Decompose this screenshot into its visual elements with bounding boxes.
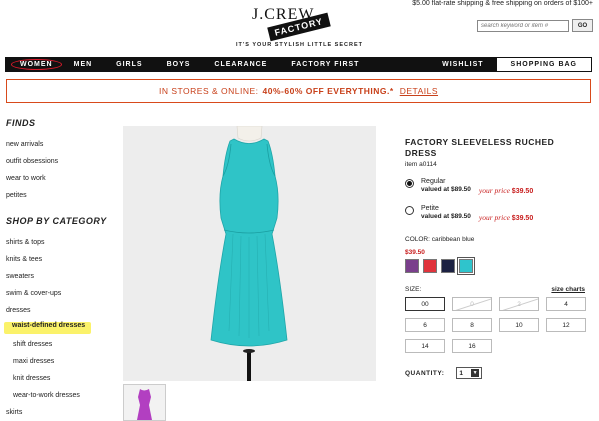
chevron-down-icon: ▼ bbox=[471, 369, 480, 377]
shipping-banner: $5.00 flat-rate shipping & free shipping… bbox=[412, 0, 593, 7]
product-thumbnail[interactable] bbox=[123, 384, 166, 421]
option-regular[interactable]: Regular valued at $89.50 your price $39.… bbox=[405, 178, 585, 195]
size-2[interactable]: 2 bbox=[499, 297, 539, 311]
nav-factory-first[interactable]: FACTORY FIRST bbox=[279, 61, 371, 68]
sidebar-item-wear-to-work[interactable]: wear to work bbox=[6, 170, 116, 187]
quantity-value: 1 bbox=[459, 369, 464, 377]
dress-image bbox=[210, 125, 288, 381]
swatch-caribbean-blue[interactable] bbox=[457, 257, 475, 275]
nav-girls[interactable]: GIRLS bbox=[104, 61, 154, 68]
finds-heading: FINDS bbox=[6, 118, 36, 128]
size-label: SIZE: bbox=[405, 286, 422, 293]
petite-valued-price: valued at $89.50 bbox=[421, 213, 471, 220]
product-item-number: item a0114 bbox=[405, 161, 437, 168]
regular-your-price-label: your price bbox=[478, 186, 510, 195]
category-heading: SHOP BY CATEGORY bbox=[6, 216, 107, 226]
nav-wishlist[interactable]: WISHLIST bbox=[430, 61, 495, 68]
sidebar-item-petites[interactable]: petites bbox=[6, 187, 116, 204]
swatch-navy[interactable] bbox=[441, 259, 455, 273]
regular-valued-price: valued at $89.50 bbox=[421, 186, 471, 193]
option-petite-label: Petite bbox=[421, 205, 439, 212]
size-charts-link[interactable]: size charts bbox=[551, 286, 585, 293]
product-title: FACTORY SLEEVELESS RUCHED DRESS bbox=[405, 137, 555, 158]
quantity-row: QUANTITY: 1 ▼ bbox=[405, 367, 585, 379]
promo-offer: 40%-60% OFF EVERYTHING.* bbox=[262, 86, 394, 96]
category-sidebar: FINDS new arrivals outfit obsessions wea… bbox=[4, 118, 116, 421]
nav-men[interactable]: MEN bbox=[62, 61, 105, 68]
brand-tagline: IT'S YOUR STYLISH LITTLE SECRET bbox=[236, 42, 363, 48]
radio-petite[interactable] bbox=[405, 206, 414, 215]
shopping-bag-button[interactable]: SHOPPING BAG bbox=[495, 57, 592, 72]
regular-your-price: $39.50 bbox=[511, 188, 534, 195]
nav-women[interactable]: WOMEN bbox=[11, 59, 62, 70]
swatch-red[interactable] bbox=[423, 259, 437, 273]
sidebar-item-knit-dresses[interactable]: knit dresses bbox=[6, 370, 116, 387]
product-details: FACTORY SLEEVELESS RUCHED DRESS item a01… bbox=[405, 137, 586, 379]
nav-boys[interactable]: BOYS bbox=[155, 61, 203, 68]
search-input[interactable] bbox=[477, 20, 569, 32]
size-8[interactable]: 8 bbox=[452, 318, 492, 332]
size-10[interactable]: 10 bbox=[499, 318, 539, 332]
size-14[interactable]: 14 bbox=[405, 339, 445, 353]
petite-your-price: $39.50 bbox=[511, 215, 534, 222]
size-16[interactable]: 16 bbox=[452, 339, 492, 353]
size-00[interactable]: 00 bbox=[405, 297, 445, 311]
sidebar-item-shift-dresses[interactable]: shift dresses bbox=[6, 336, 116, 353]
sidebar-item-shirts-tops[interactable]: shirts & tops bbox=[6, 234, 116, 251]
sidebar-item-sweaters[interactable]: sweaters bbox=[6, 268, 116, 285]
sidebar-item-maxi-dresses[interactable]: maxi dresses bbox=[6, 353, 116, 370]
quantity-select[interactable]: 1 ▼ bbox=[456, 367, 483, 379]
quantity-label: QUANTITY: bbox=[405, 369, 445, 377]
petite-your-price-label: your price bbox=[478, 213, 510, 222]
size-0[interactable]: 0 bbox=[452, 297, 492, 311]
sidebar-item-dresses[interactable]: dresses bbox=[6, 302, 116, 319]
size-6[interactable]: 6 bbox=[405, 318, 445, 332]
color-swatches bbox=[405, 257, 585, 275]
nav-clearance[interactable]: CLEARANCE bbox=[202, 61, 279, 68]
main-nav: WOMEN MEN GIRLS BOYS CLEARANCE FACTORY F… bbox=[5, 57, 592, 72]
sidebar-item-swim[interactable]: swim & cover-ups bbox=[6, 285, 116, 302]
promo-lead: IN STORES & ONLINE: bbox=[158, 86, 259, 96]
promo-banner: IN STORES & ONLINE: 40%-60% OFF EVERYTHI… bbox=[6, 79, 591, 103]
sidebar-item-waist-defined-dresses[interactable]: waist-defined dresses bbox=[4, 321, 92, 334]
size-4[interactable]: 4 bbox=[546, 297, 586, 311]
brand-logo[interactable]: J.CREW FACTORY bbox=[244, 4, 364, 42]
sidebar-item-outfit-obsessions[interactable]: outfit obsessions bbox=[6, 153, 116, 170]
sidebar-item-new-arrivals[interactable]: new arrivals bbox=[6, 136, 116, 153]
search-go-button[interactable]: GO bbox=[572, 19, 593, 32]
option-regular-label: Regular bbox=[421, 178, 446, 185]
size-grid: 00 0 2 4 6 8 10 12 14 16 bbox=[405, 297, 586, 353]
swatch-purple[interactable] bbox=[405, 259, 419, 273]
dress-thumbnail-image bbox=[137, 389, 152, 420]
color-price: $39.50 bbox=[405, 249, 425, 256]
option-petite[interactable]: Petite valued at $89.50 your price $39.5… bbox=[405, 205, 585, 222]
radio-regular[interactable] bbox=[405, 179, 414, 188]
sidebar-item-wear-to-work-dresses[interactable]: wear-to-work dresses bbox=[6, 387, 116, 404]
promo-details-link[interactable]: DETAILS bbox=[400, 86, 438, 96]
product-main-image[interactable] bbox=[123, 125, 376, 381]
size-12[interactable]: 12 bbox=[546, 318, 586, 332]
sidebar-item-skirts[interactable]: skirts bbox=[6, 404, 116, 421]
sidebar-item-knits-tees[interactable]: knits & tees bbox=[6, 251, 116, 268]
color-label: COLOR: caribbean blue bbox=[405, 236, 475, 243]
